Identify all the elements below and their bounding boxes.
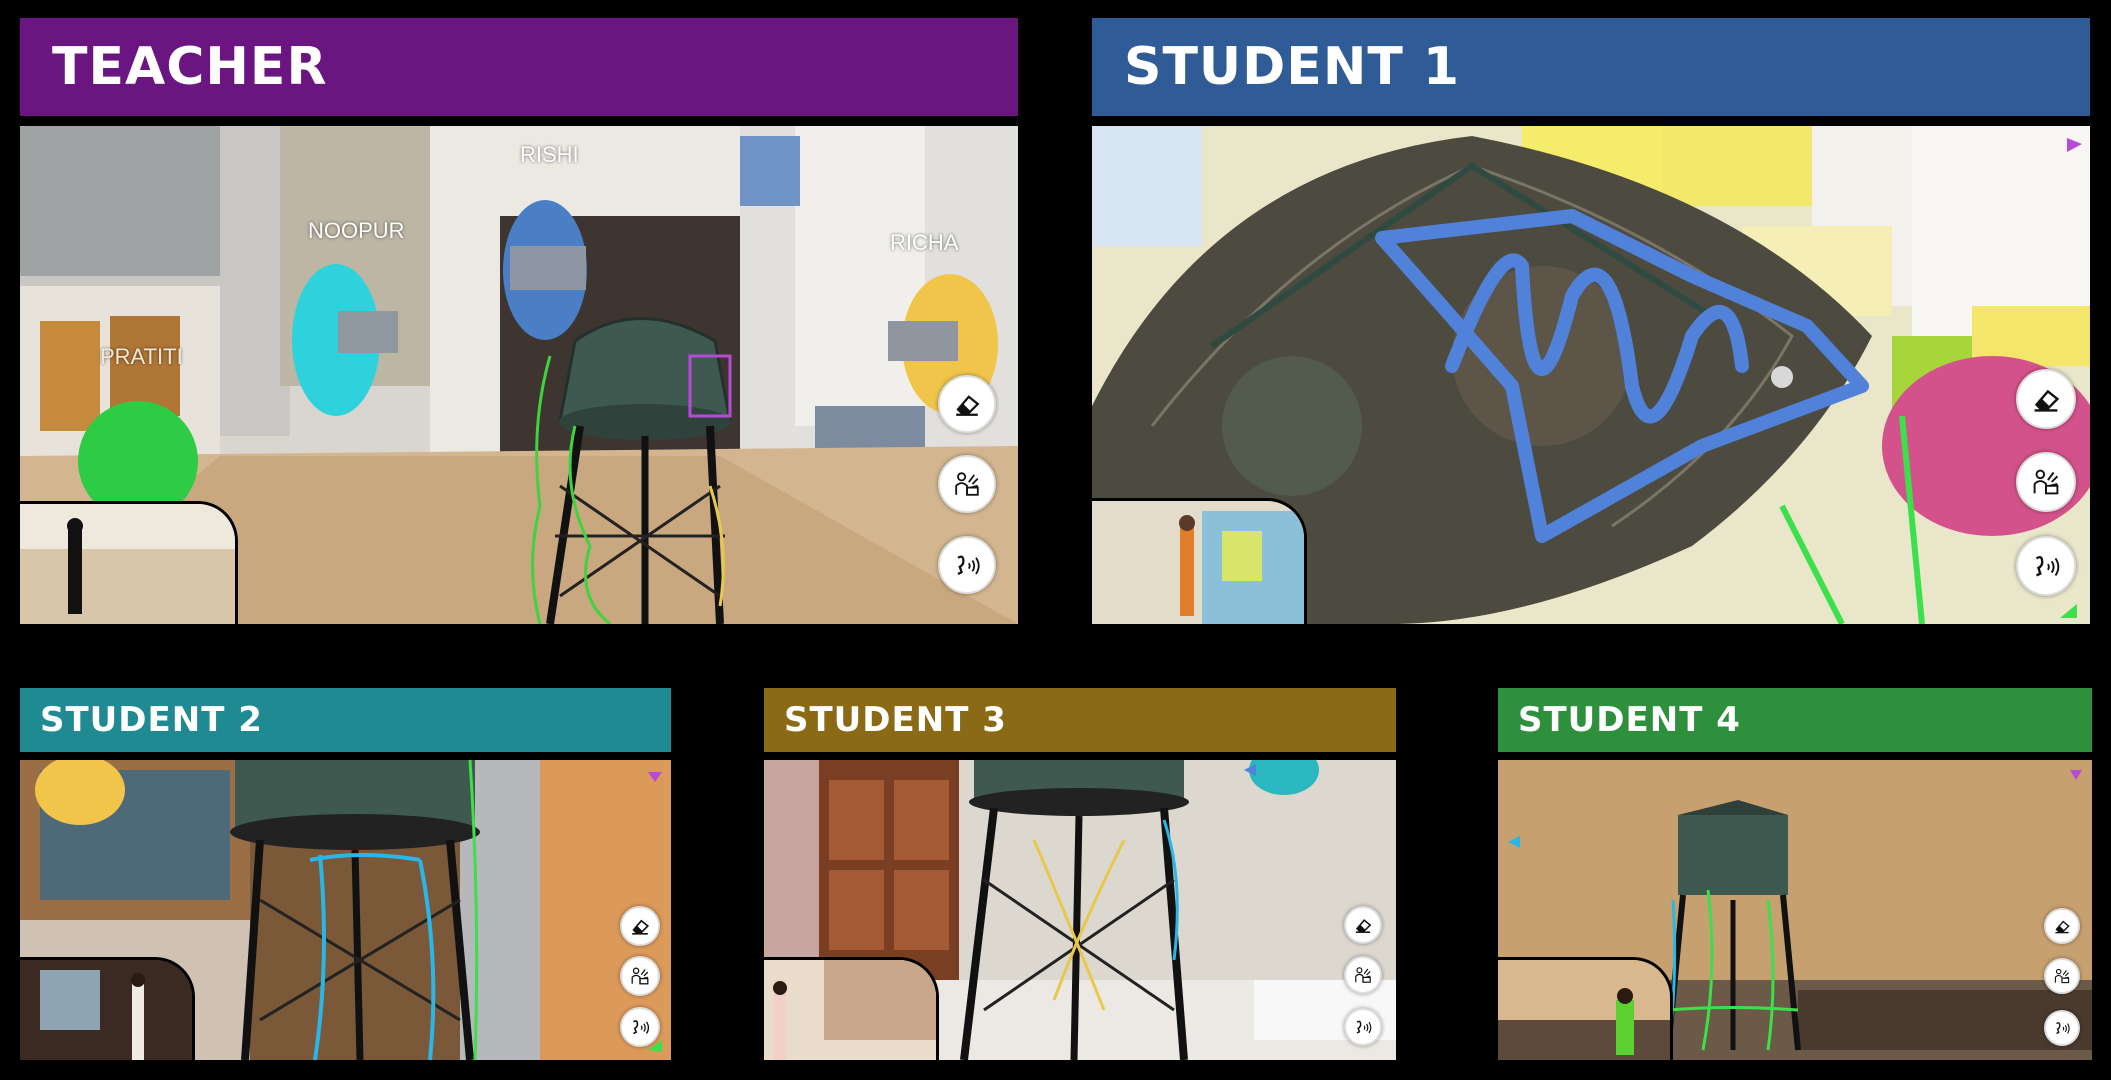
panel-header: TEACHER — [20, 18, 1018, 116]
avatar-label-rishi: RISHI — [520, 142, 579, 167]
gesture-icon — [627, 963, 653, 989]
gesture-button[interactable] — [620, 956, 660, 996]
student4-panel: STUDENT 4 — [1498, 688, 2092, 1060]
panel-title: STUDENT 4 — [1518, 700, 1741, 740]
panel-header: STUDENT 1 — [1092, 18, 2090, 116]
panel-header: STUDENT 3 — [764, 688, 1396, 752]
eraser-icon — [2051, 915, 2073, 937]
student3-panel: STUDENT 3 — [764, 688, 1396, 1060]
voice-button[interactable] — [938, 536, 996, 594]
voice-icon — [2027, 547, 2065, 585]
gesture-icon — [2051, 965, 2073, 987]
self-camera-preview — [1498, 957, 1673, 1060]
eraser-button[interactable] — [2044, 908, 2080, 944]
voice-icon — [949, 547, 985, 583]
ar-camera-view[interactable] — [1498, 760, 2092, 1060]
avatar-label-noopur: NOOPUR — [308, 218, 405, 243]
eraser-button[interactable] — [2016, 369, 2076, 429]
voice-button[interactable] — [2016, 536, 2076, 596]
gesture-icon — [949, 466, 985, 502]
eraser-button[interactable] — [938, 375, 996, 433]
panel-title: TEACHER — [52, 37, 328, 97]
panel-header: STUDENT 2 — [20, 688, 671, 752]
gesture-button[interactable] — [2016, 452, 2076, 512]
self-camera-preview — [764, 957, 939, 1060]
self-camera-preview — [1092, 498, 1307, 624]
eraser-icon — [2027, 380, 2065, 418]
voice-icon — [1351, 1015, 1375, 1039]
self-camera-preview — [20, 957, 195, 1060]
eraser-button[interactable] — [1344, 906, 1382, 944]
gesture-button[interactable] — [1344, 956, 1382, 994]
gesture-icon — [2027, 463, 2065, 501]
panel-header: STUDENT 4 — [1498, 688, 2092, 752]
voice-button[interactable] — [1344, 1008, 1382, 1046]
panel-title: STUDENT 1 — [1124, 37, 1461, 97]
ar-camera-view[interactable] — [764, 760, 1396, 1060]
eraser-icon — [949, 386, 985, 422]
teacher-panel: TEACHER RISHI NOOPUR RICHA PRATITI — [20, 18, 1018, 624]
voice-icon — [627, 1014, 653, 1040]
avatar-label-pratiti: PRATITI — [100, 344, 183, 369]
eraser-button[interactable] — [620, 906, 660, 946]
gesture-button[interactable] — [2044, 958, 2080, 994]
gesture-button[interactable] — [938, 455, 996, 513]
voice-icon — [2051, 1017, 2073, 1039]
self-camera-preview — [20, 501, 238, 624]
eraser-icon — [627, 913, 653, 939]
avatar-label-richa: RICHA — [890, 230, 959, 255]
gesture-icon — [1351, 963, 1375, 987]
student2-panel: STUDENT 2 — [20, 688, 671, 1060]
student1-panel: STUDENT 1 — [1092, 18, 2090, 624]
eraser-icon — [1351, 913, 1375, 937]
panel-title: STUDENT 3 — [784, 700, 1007, 740]
voice-button[interactable] — [620, 1007, 660, 1047]
panel-title: STUDENT 2 — [40, 700, 263, 740]
ar-camera-view[interactable]: RISHI NOOPUR RICHA PRATITI — [20, 126, 1018, 624]
voice-button[interactable] — [2044, 1010, 2080, 1046]
ar-camera-view[interactable] — [1092, 126, 2090, 624]
ar-camera-view[interactable] — [20, 760, 671, 1060]
